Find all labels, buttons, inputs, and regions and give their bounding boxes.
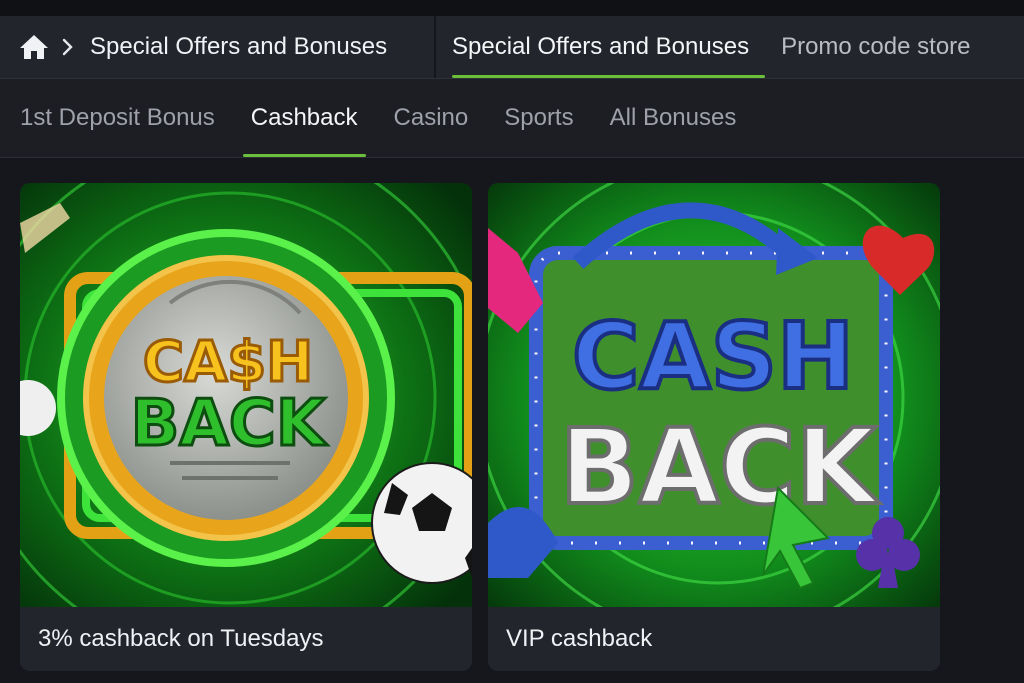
svg-text:CA$H: CA$H: [143, 330, 313, 395]
home-icon[interactable]: [18, 33, 50, 61]
top-navigation: Special Offers and Bonuses Special Offer…: [0, 16, 1024, 79]
tab-special-offers[interactable]: Special Offers and Bonuses: [436, 16, 766, 78]
status-strip: [0, 0, 1024, 16]
vip-cashback-banner-image: CASH BACK: [488, 183, 940, 607]
bonus-card-tuesday-cashback[interactable]: CA$H BACK 3% cashback on Tuesdays: [20, 183, 472, 671]
top-tabs: Special Offers and Bonuses Promo code st…: [436, 16, 987, 78]
svg-text:CASH: CASH: [572, 303, 854, 410]
bonus-category-tabs: 1st Deposit Bonus Cashback Casino Sports…: [0, 79, 1024, 158]
tab-1st-deposit-bonus[interactable]: 1st Deposit Bonus: [20, 79, 215, 157]
tab-promo-code-store[interactable]: Promo code store: [765, 16, 986, 78]
svg-text:BACK: BACK: [560, 406, 880, 528]
chevron-right-icon: [62, 37, 78, 57]
svg-text:BACK: BACK: [131, 387, 328, 461]
tab-cashback[interactable]: Cashback: [242, 79, 366, 157]
tab-all-bonuses[interactable]: All Bonuses: [610, 79, 737, 157]
bonus-card-vip-cashback[interactable]: CASH BACK VIP cashback: [488, 183, 940, 671]
card-caption[interactable]: VIP cashback: [488, 607, 940, 671]
tab-casino[interactable]: Casino: [394, 79, 469, 157]
breadcrumb-label[interactable]: Special Offers and Bonuses: [90, 33, 387, 61]
cashback-banner-image: CA$H BACK: [20, 183, 472, 607]
tab-sports[interactable]: Sports: [504, 79, 573, 157]
card-caption[interactable]: 3% cashback on Tuesdays: [20, 607, 472, 671]
breadcrumb: Special Offers and Bonuses: [0, 16, 436, 78]
